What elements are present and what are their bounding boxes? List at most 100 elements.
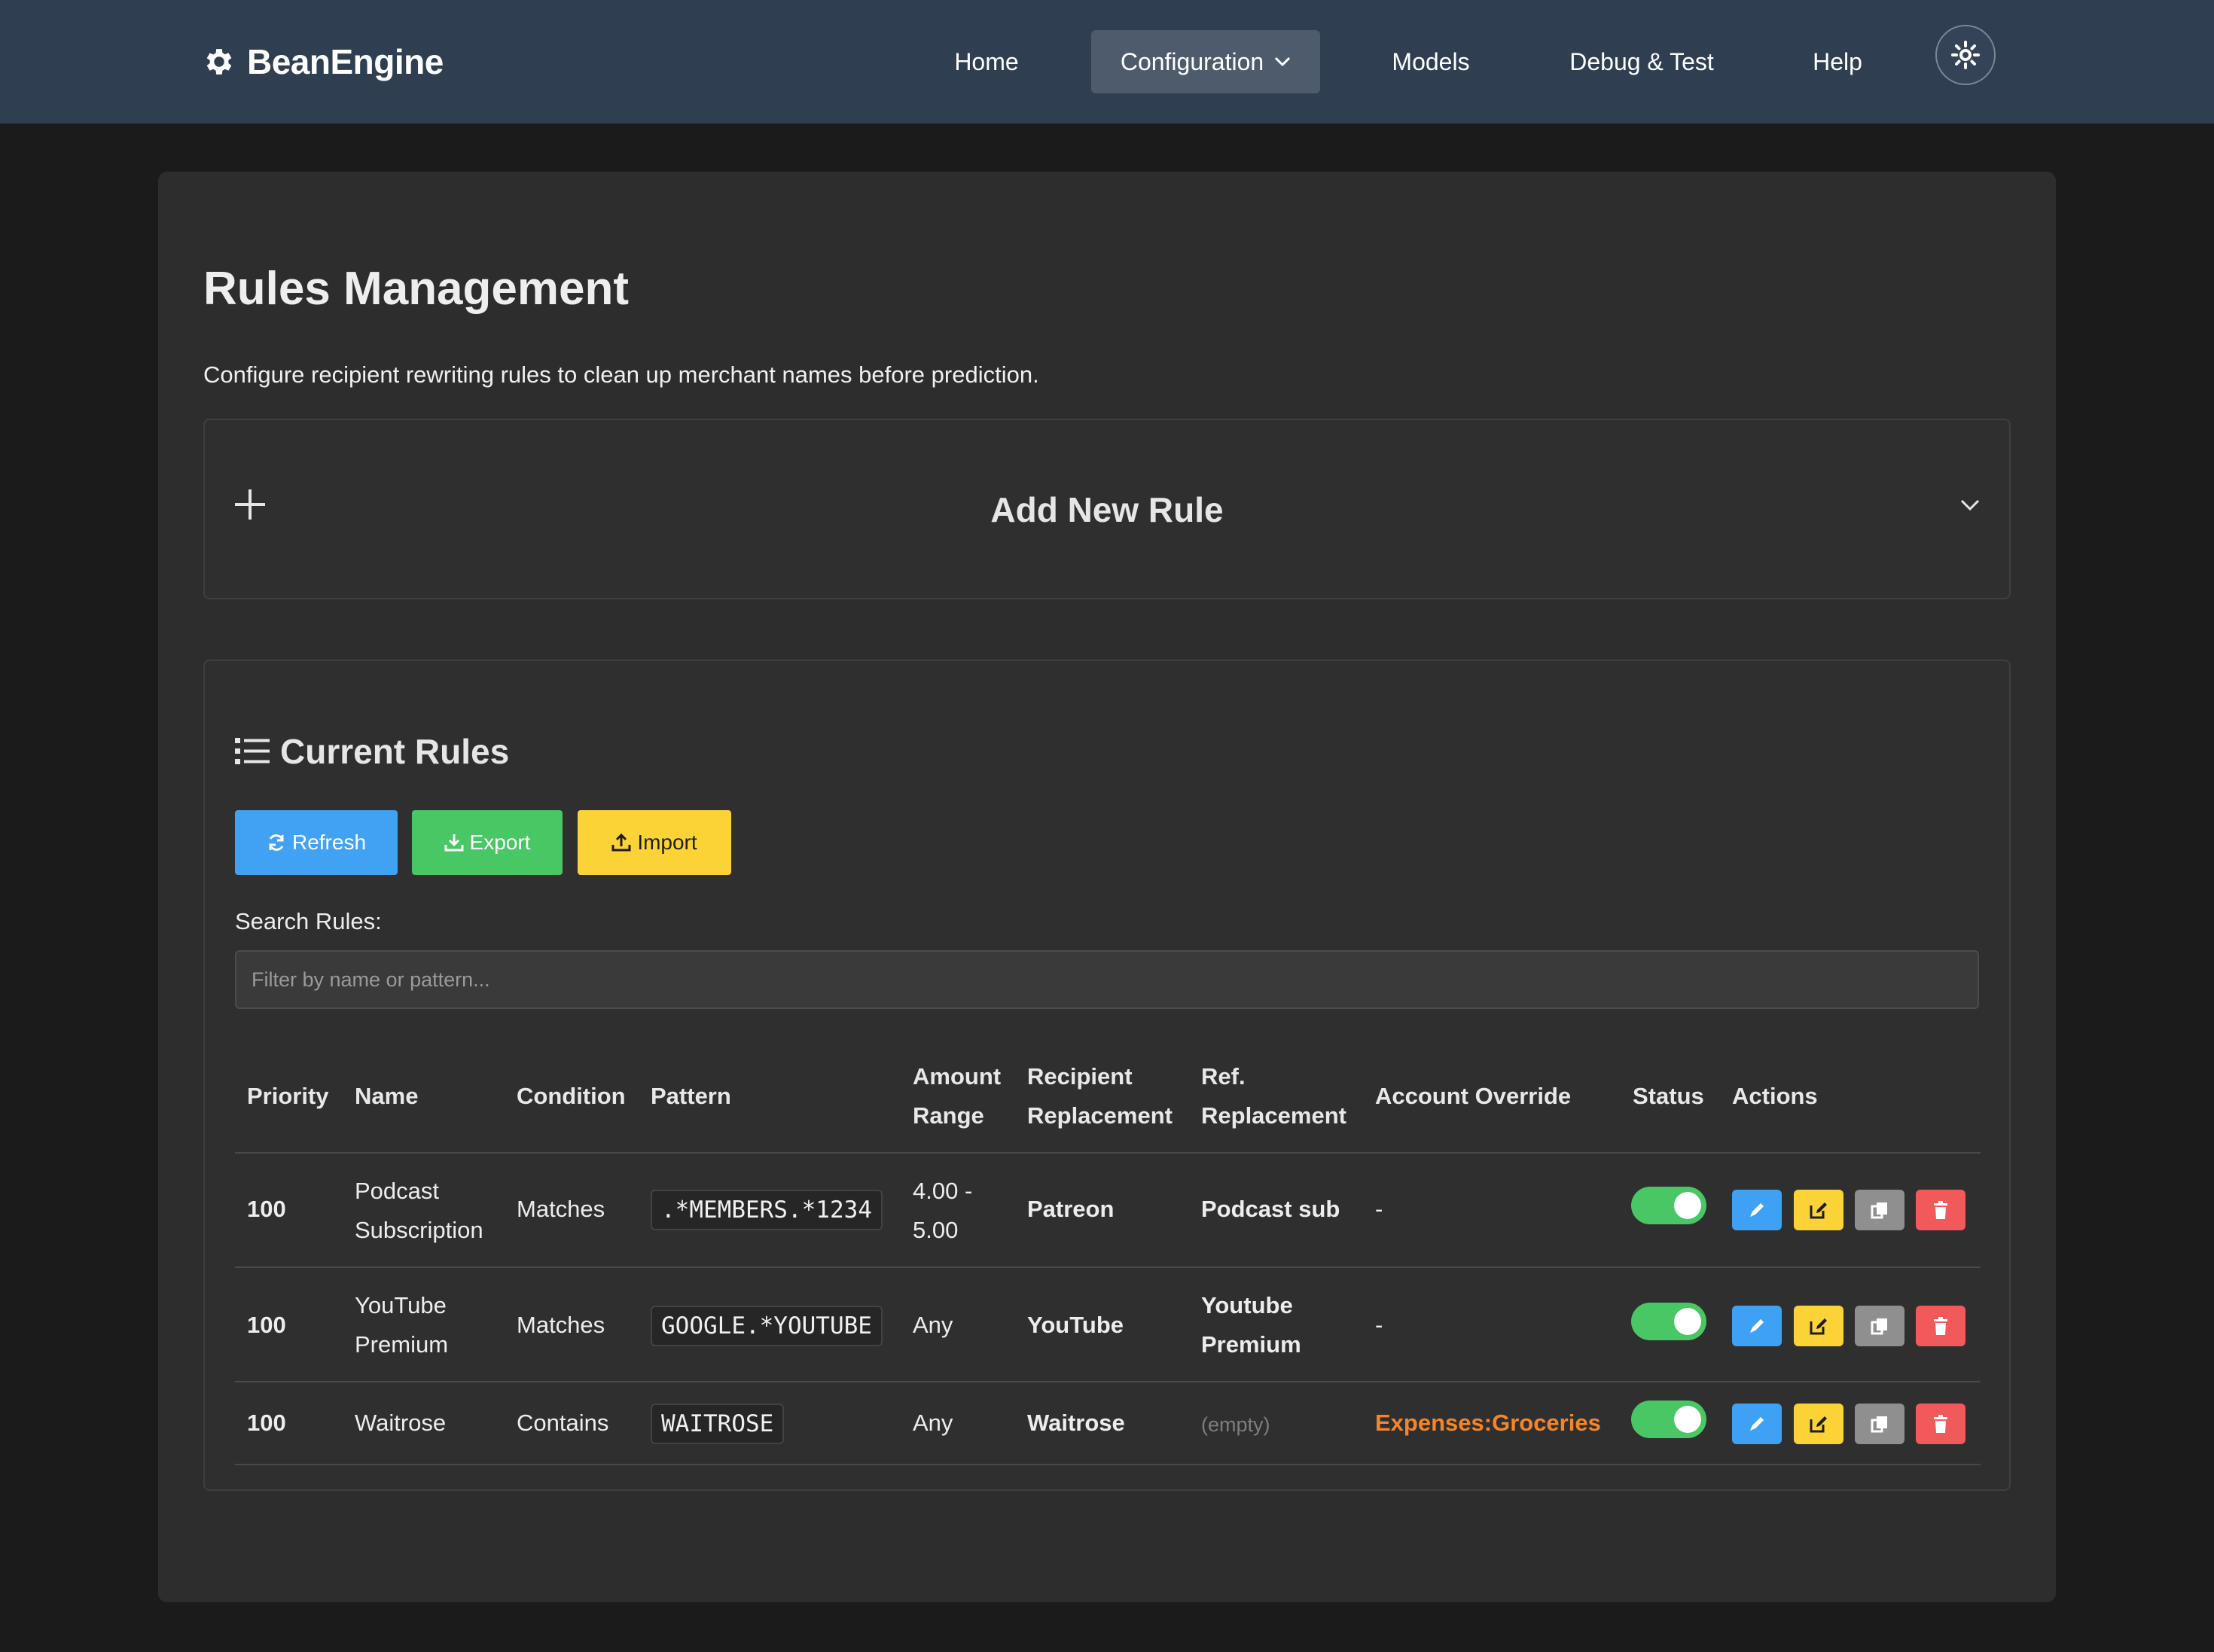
import-button[interactable]: Import [578, 810, 731, 875]
trash-icon [1934, 1201, 1947, 1219]
nav-home-label: Home [954, 47, 1019, 75]
cell-amount: Any [913, 1410, 953, 1436]
nav-configuration[interactable]: Configuration [1091, 30, 1320, 93]
refresh-icon [269, 834, 284, 851]
export-button[interactable]: Export [412, 810, 563, 875]
duplicate-button[interactable] [1855, 1306, 1904, 1346]
col-recipient-line2[interactable]: Replacement [1027, 1096, 1173, 1135]
add-rule-accordion[interactable]: Add New Rule [203, 419, 2011, 599]
copy-icon [1871, 1318, 1887, 1335]
cell-condition: Contains [517, 1410, 609, 1436]
col-ref-line2[interactable]: Replacement [1201, 1096, 1346, 1135]
cell-ref: Youtube [1201, 1292, 1293, 1318]
edit-button[interactable] [1732, 1404, 1782, 1444]
cell-amount: Any [913, 1312, 953, 1338]
modify-button[interactable] [1794, 1404, 1843, 1444]
top-navbar: BeanEngine Home Configuration Models Deb… [0, 0, 2214, 123]
trash-icon [1934, 1415, 1947, 1433]
toggle-knob [1674, 1406, 1701, 1433]
delete-button[interactable] [1916, 1190, 1965, 1230]
current-rules-heading: Current Rules [235, 729, 509, 774]
upload-icon [611, 833, 631, 852]
cell-account: - [1375, 1312, 1383, 1338]
cell-recipient: Patreon [1027, 1196, 1115, 1222]
page-title: Rules Management [203, 263, 630, 315]
col-actions: Actions [1732, 1083, 1818, 1109]
col-pattern[interactable]: Pattern [651, 1077, 731, 1116]
add-rule-title: Add New Rule [990, 490, 1224, 529]
col-ref-line1[interactable]: Ref. [1201, 1057, 1246, 1096]
cell-priority: 100 [247, 1410, 286, 1436]
trash-icon [1934, 1317, 1947, 1335]
row-divider [235, 1266, 1981, 1268]
chevron-down-icon [1960, 499, 1980, 511]
cell-recipient: Waitrose [1027, 1410, 1125, 1436]
pencil-icon [1750, 1319, 1764, 1333]
duplicate-button[interactable] [1855, 1190, 1904, 1230]
cell-amount: 5.00 [913, 1217, 959, 1243]
cell-pattern: GOOGLE.*YOUTUBE [651, 1306, 883, 1346]
edit-square-icon [1810, 1318, 1827, 1335]
main-container: Rules Management Configure recipient rew… [158, 172, 2056, 1602]
nav-home[interactable]: Home [934, 30, 1039, 93]
pencil-icon [1750, 1203, 1764, 1217]
cell-amount: 4.00 - [913, 1178, 973, 1204]
duplicate-button[interactable] [1855, 1404, 1904, 1444]
edit-square-icon [1810, 1202, 1827, 1219]
col-condition[interactable]: Condition [517, 1077, 626, 1116]
modify-button[interactable] [1794, 1190, 1843, 1230]
delete-button[interactable] [1916, 1404, 1965, 1444]
chevron-down-icon [1275, 56, 1291, 67]
modify-button[interactable] [1794, 1306, 1843, 1346]
nav-debug-test-label: Debug & Test [1569, 47, 1714, 75]
cell-name: Waitrose [355, 1410, 447, 1436]
toggle-knob [1674, 1192, 1701, 1219]
col-priority[interactable]: Priority [247, 1077, 329, 1116]
current-rules-title: Current Rules [280, 732, 510, 771]
download-icon [444, 834, 464, 852]
col-name[interactable]: Name [355, 1077, 418, 1116]
search-input[interactable] [235, 950, 1979, 1009]
status-toggle[interactable] [1631, 1401, 1706, 1438]
row-divider [235, 1381, 1981, 1382]
cell-account: Expenses:Groceries [1375, 1410, 1601, 1436]
export-label: Export [469, 831, 531, 854]
nav-models[interactable]: Models [1375, 30, 1487, 93]
cell-ref: Podcast sub [1201, 1196, 1340, 1222]
cell-account: - [1375, 1196, 1383, 1222]
page-description: Configure recipient rewriting rules to c… [203, 361, 1039, 388]
nav-help[interactable]: Help [1800, 30, 1875, 93]
delete-button[interactable] [1916, 1306, 1965, 1346]
row-divider [235, 1464, 1981, 1465]
cell-name: YouTube [355, 1292, 447, 1318]
theme-toggle-button[interactable] [1935, 25, 1996, 85]
col-status[interactable]: Status [1633, 1077, 1704, 1116]
pencil-icon [1750, 1417, 1764, 1431]
sun-icon [1951, 41, 1980, 69]
col-account-override[interactable]: Account Override [1375, 1077, 1571, 1116]
refresh-button[interactable]: Refresh [235, 810, 398, 875]
edit-square-icon [1810, 1416, 1827, 1433]
toggle-knob [1674, 1308, 1701, 1335]
edit-button[interactable] [1732, 1190, 1782, 1230]
brand[interactable]: BeanEngine [202, 39, 444, 84]
refresh-label: Refresh [291, 831, 367, 854]
cell-ref: (empty) [1201, 1413, 1270, 1436]
cell-ref: Premium [1201, 1331, 1301, 1358]
status-toggle[interactable] [1631, 1187, 1706, 1224]
cell-condition: Matches [517, 1196, 605, 1222]
brand-name: BeanEngine [247, 42, 444, 81]
cell-pattern: .*MEMBERS.*1234 [651, 1190, 883, 1230]
col-recipient-line1[interactable]: Recipient [1027, 1057, 1133, 1096]
nav-configuration-label: Configuration [1120, 47, 1264, 75]
nav-help-label: Help [1813, 47, 1862, 75]
copy-icon [1871, 1202, 1887, 1219]
import-label: Import [637, 831, 697, 854]
edit-button[interactable] [1732, 1306, 1782, 1346]
gear-icon [206, 49, 232, 75]
status-toggle[interactable] [1631, 1303, 1706, 1340]
list-icon [235, 738, 270, 764]
nav-debug-test[interactable]: Debug & Test [1554, 30, 1729, 93]
col-amount-line2[interactable]: Range [913, 1096, 984, 1135]
col-amount-line1[interactable]: Amount [913, 1057, 1001, 1096]
